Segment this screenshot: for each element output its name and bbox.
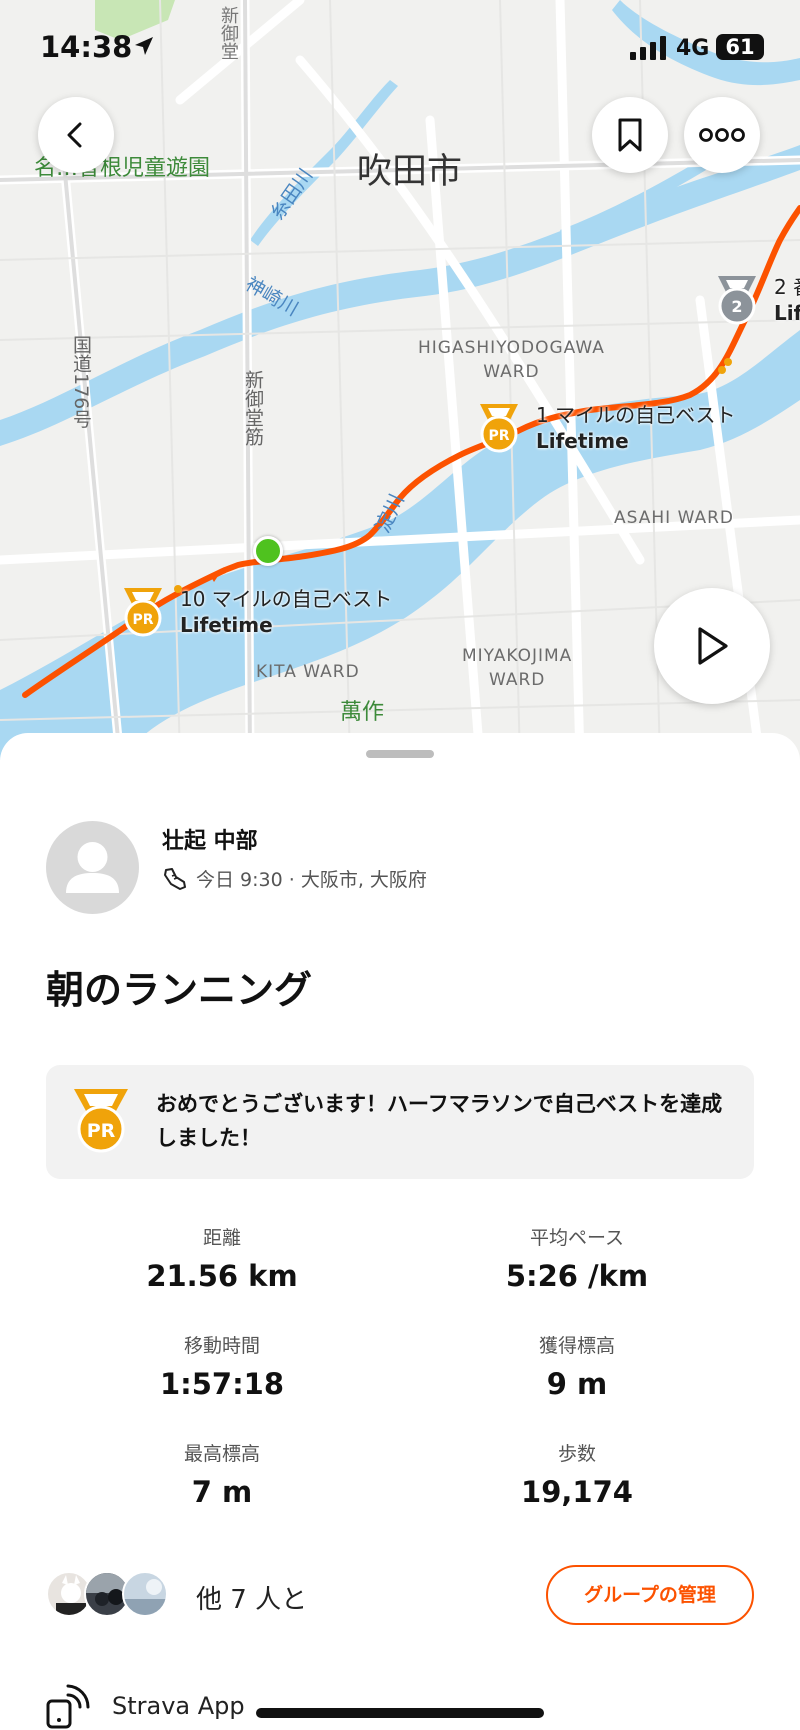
pr-marker-title: 10 マイルの自己ベスト	[180, 587, 393, 611]
stat-label: 歩数	[557, 1443, 596, 1465]
map-label-mansaku: 萬作	[340, 700, 385, 725]
pr-medal-icon: PR	[124, 588, 162, 637]
stat-distance: 距離 21.56 km	[62, 1223, 382, 1293]
svg-text:PR: PR	[132, 612, 153, 628]
manage-group-button[interactable]: グループの管理	[546, 1565, 754, 1625]
location-arrow-icon	[135, 37, 153, 55]
stat-value: 21.56 km	[146, 1259, 298, 1293]
stat-elevation-gain: 獲得標高 9 m	[417, 1331, 737, 1401]
status-bar: 14:38 4G 61	[0, 0, 800, 95]
stat-value: 7 m	[191, 1475, 253, 1509]
group-member-avatar[interactable]	[122, 1571, 168, 1617]
route-map[interactable]: 吹田市 名…曽根児童遊園 新御堂 糸田川 神崎川 国道176号 新御堂筋 HIG…	[0, 0, 800, 760]
group-others-text[interactable]: 他 7 人と	[196, 1579, 307, 1616]
home-indicator[interactable]	[256, 1708, 544, 1718]
stat-value: 9 m	[546, 1367, 608, 1401]
bookmark-button[interactable]	[592, 97, 668, 173]
more-button[interactable]	[684, 97, 760, 173]
pr-medal-icon: PR	[480, 404, 518, 453]
stat-label: 距離	[202, 1227, 241, 1249]
stat-moving-time: 移動時間 1:57:18	[62, 1331, 382, 1401]
sheet-drag-handle[interactable]	[366, 750, 434, 758]
chevron-left-icon	[67, 122, 82, 148]
map-label-city: 吹田市	[357, 152, 463, 192]
activity-title: 朝のランニング	[46, 968, 313, 1012]
rank-marker-title: 2 番	[774, 275, 800, 299]
signal-icon	[630, 36, 666, 60]
back-button[interactable]	[38, 97, 114, 173]
stat-value: 1:57:18	[159, 1367, 285, 1401]
activity-sheet: 壮起 中部 今日 9:30 · 大阪市, 大阪府 朝のランニング PR おめでと…	[0, 733, 800, 1730]
map-label-ward-asahi: ASAHI WARD	[614, 508, 734, 528]
device-name: Strava App	[112, 1692, 245, 1720]
map-label-ward-kita: KITA WARD	[256, 662, 360, 682]
phone-device-icon	[46, 1684, 90, 1729]
pr-banner[interactable]: PR おめでとうございます！ハーフマラソンで自己ベストを達成しました！	[46, 1065, 754, 1179]
device-row: Strava App	[46, 1681, 245, 1730]
stat-max-elevation: 最高標高 7 m	[62, 1439, 382, 1509]
stat-label: 最高標高	[183, 1443, 260, 1465]
stat-label: 獲得標高	[538, 1335, 615, 1357]
avatar[interactable]	[46, 821, 139, 914]
pr-marker-subtitle: Lifetime	[536, 429, 629, 453]
shoe-icon	[164, 867, 186, 890]
stat-avg-pace: 平均ペース 5:26 /km	[417, 1223, 737, 1293]
map-label-ward-miyakojima: MIYAKOJIMA WARD	[462, 646, 573, 690]
silver-medal-icon: 2	[718, 276, 756, 325]
map-label-road-shinmido: 新御堂筋	[242, 370, 264, 446]
svg-text:PR: PR	[488, 428, 509, 444]
stat-value: 19,174	[521, 1475, 633, 1509]
map-label-ward-higashiyodogawa: HIGASHIYODOGAWA WARD	[418, 338, 605, 382]
network-type: 4G	[676, 36, 710, 61]
user-placeholder-icon	[66, 842, 119, 893]
activity-meta: 今日 9:30 · 大阪市, 大阪府	[162, 865, 427, 892]
more-icon	[699, 128, 745, 142]
play-icon	[698, 627, 728, 665]
pr-medal-icon: PR	[74, 1089, 128, 1153]
stat-label: 移動時間	[183, 1335, 260, 1357]
pr-banner-text: おめでとうございます！ハーフマラソンで自己ベストを達成しました！	[156, 1092, 723, 1150]
stat-value: 5:26 /km	[505, 1259, 649, 1293]
status-time: 14:38	[40, 30, 133, 64]
battery-icon: 61	[716, 34, 764, 60]
activity-meta-text: 今日 9:30 · 大阪市, 大阪府	[196, 869, 427, 891]
pr-marker-title: 1 マイルの自己ベスト	[536, 403, 736, 427]
athlete-name[interactable]: 壮起 中部	[162, 823, 258, 855]
group-row: 他 7 人と グループの管理	[46, 1565, 754, 1629]
start-marker	[253, 536, 283, 566]
svg-text:PR: PR	[87, 1120, 116, 1142]
bookmark-icon	[618, 118, 642, 152]
stat-steps: 歩数 19,174	[417, 1439, 737, 1509]
rank-marker-subtitle: Lif	[774, 301, 800, 325]
map-label-road-176: 国道176号	[70, 335, 92, 429]
play-button[interactable]	[654, 588, 770, 704]
svg-text:2: 2	[731, 297, 742, 316]
pr-marker-subtitle: Lifetime	[180, 613, 273, 637]
stat-label: 平均ペース	[529, 1227, 625, 1249]
